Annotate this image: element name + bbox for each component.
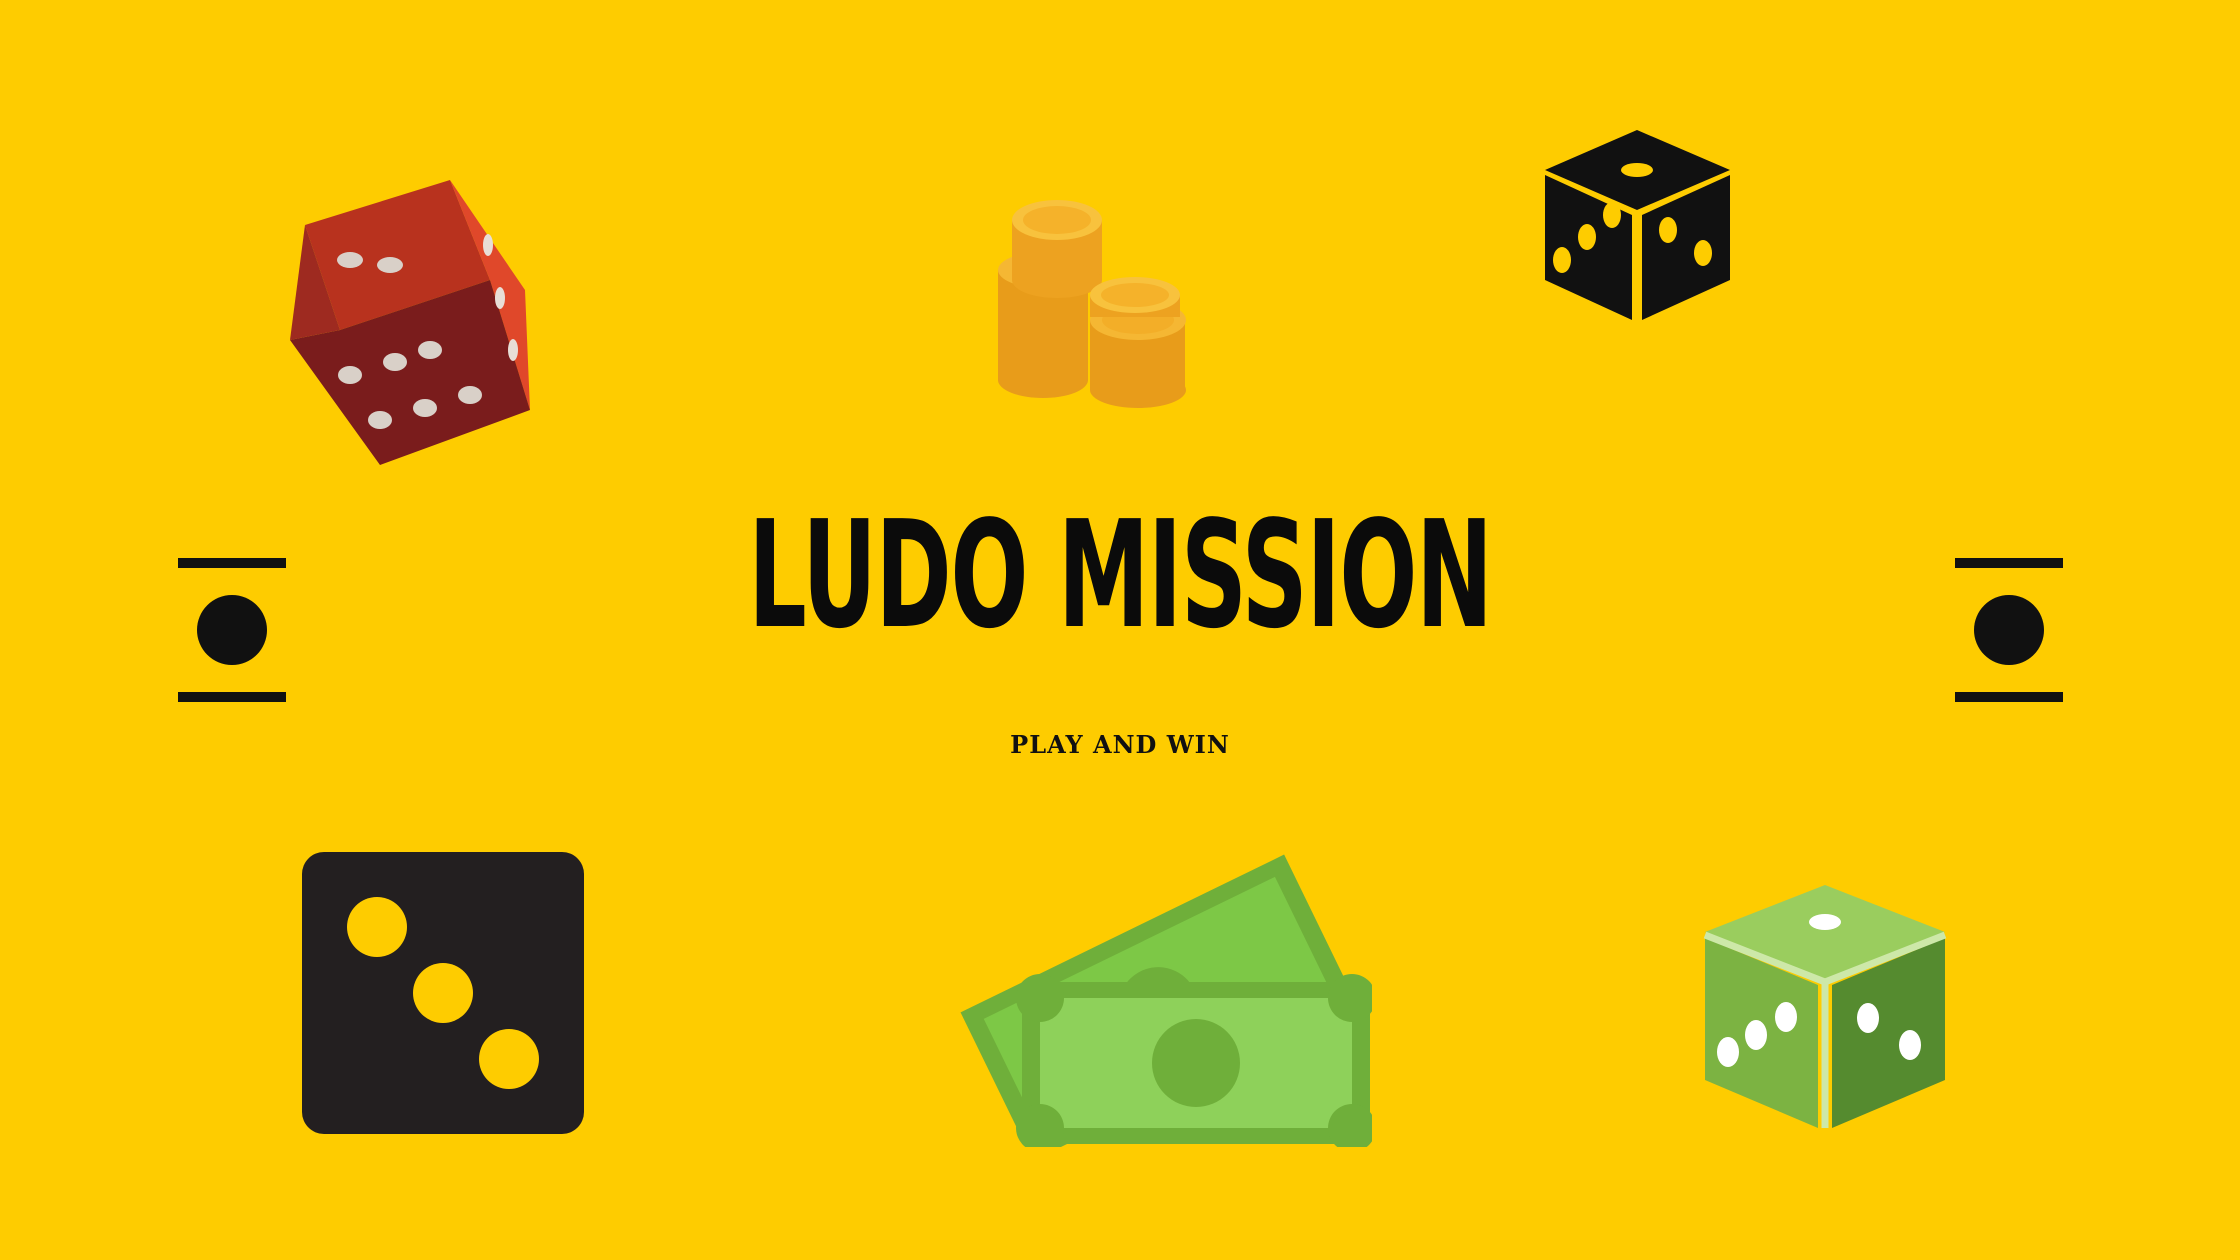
page-title: LUDO MISSION — [748, 489, 1493, 661]
black-3d-die-icon — [1540, 125, 1735, 325]
red-die-icon — [280, 170, 550, 470]
dot-marker-icon — [178, 558, 288, 703]
green-3d-die-icon — [1700, 880, 1950, 1130]
cash-bills-icon — [952, 842, 1372, 1147]
black-die-three-icon — [302, 852, 584, 1134]
dot-marker-icon — [1955, 558, 2065, 703]
page-subtitle: PLAY AND WIN — [1010, 730, 1230, 759]
coin-stack-icon — [990, 180, 1190, 420]
